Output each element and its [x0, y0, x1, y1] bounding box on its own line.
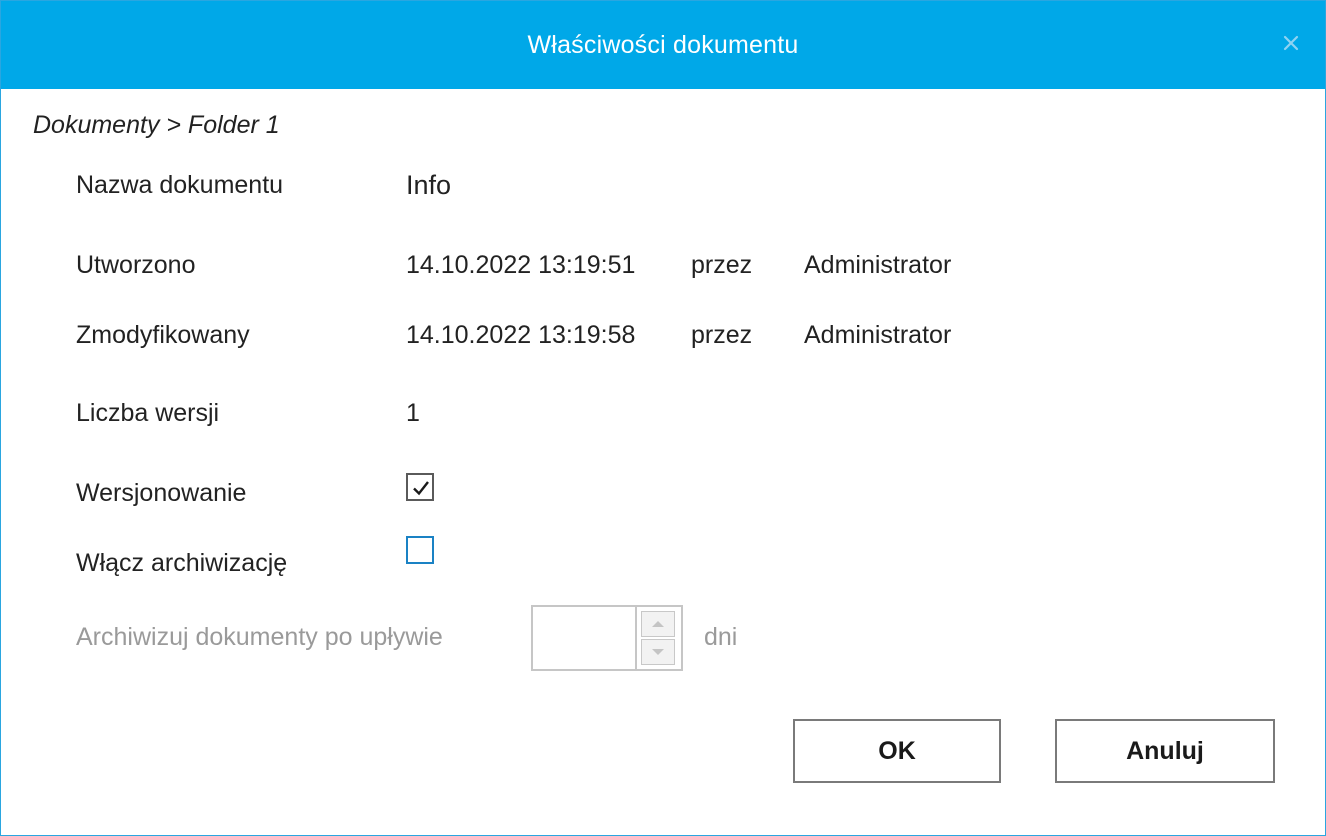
arrow-down-icon: [652, 649, 664, 655]
modified-label: Zmodyfikowany: [76, 321, 250, 349]
modified-by-word: przez: [691, 321, 753, 349]
close-icon[interactable]: [1279, 31, 1303, 55]
spin-up-button[interactable]: [641, 611, 675, 637]
versions-count-value: 1: [406, 399, 420, 427]
enable-archiving-label: Włącz archiwizację: [76, 549, 288, 577]
breadcrumb: Dokumenty > Folder 1: [33, 111, 280, 139]
enable-archiving-checkbox[interactable]: [406, 536, 434, 564]
arrow-up-icon: [652, 621, 664, 627]
created-date: 14.10.2022 13:19:51: [406, 251, 636, 279]
dialog-title: Właściwości dokumentu: [527, 30, 799, 59]
title-bar: Właściwości dokumentu: [1, 1, 1325, 89]
checkmark-icon: [413, 481, 429, 496]
document-name-label: Nazwa dokumentu: [76, 171, 284, 199]
archive-days-unit: dni: [704, 623, 738, 651]
modified-by-user: Administrator: [804, 321, 952, 349]
ok-button[interactable]: OK: [793, 719, 1001, 783]
document-properties-dialog: Właściwości dokumentu Dokumenty > Folder…: [0, 0, 1326, 836]
spin-down-button[interactable]: [641, 639, 675, 665]
versioning-checkbox[interactable]: [406, 473, 434, 501]
document-name-value: Info: [406, 170, 452, 200]
versioning-label: Wersjonowanie: [76, 479, 247, 507]
versions-count-label: Liczba wersji: [76, 399, 220, 427]
modified-date: 14.10.2022 13:19:58: [406, 321, 636, 349]
spinner-arrows: [635, 607, 681, 669]
cancel-button[interactable]: Anuluj: [1055, 719, 1275, 783]
created-by-word: przez: [691, 251, 753, 279]
archive-after-label: Archiwizuj dokumenty po upływie: [76, 623, 443, 651]
archive-days-spinner[interactable]: [531, 605, 683, 671]
created-by-user: Administrator: [804, 251, 952, 279]
created-label: Utworzono: [76, 251, 196, 279]
